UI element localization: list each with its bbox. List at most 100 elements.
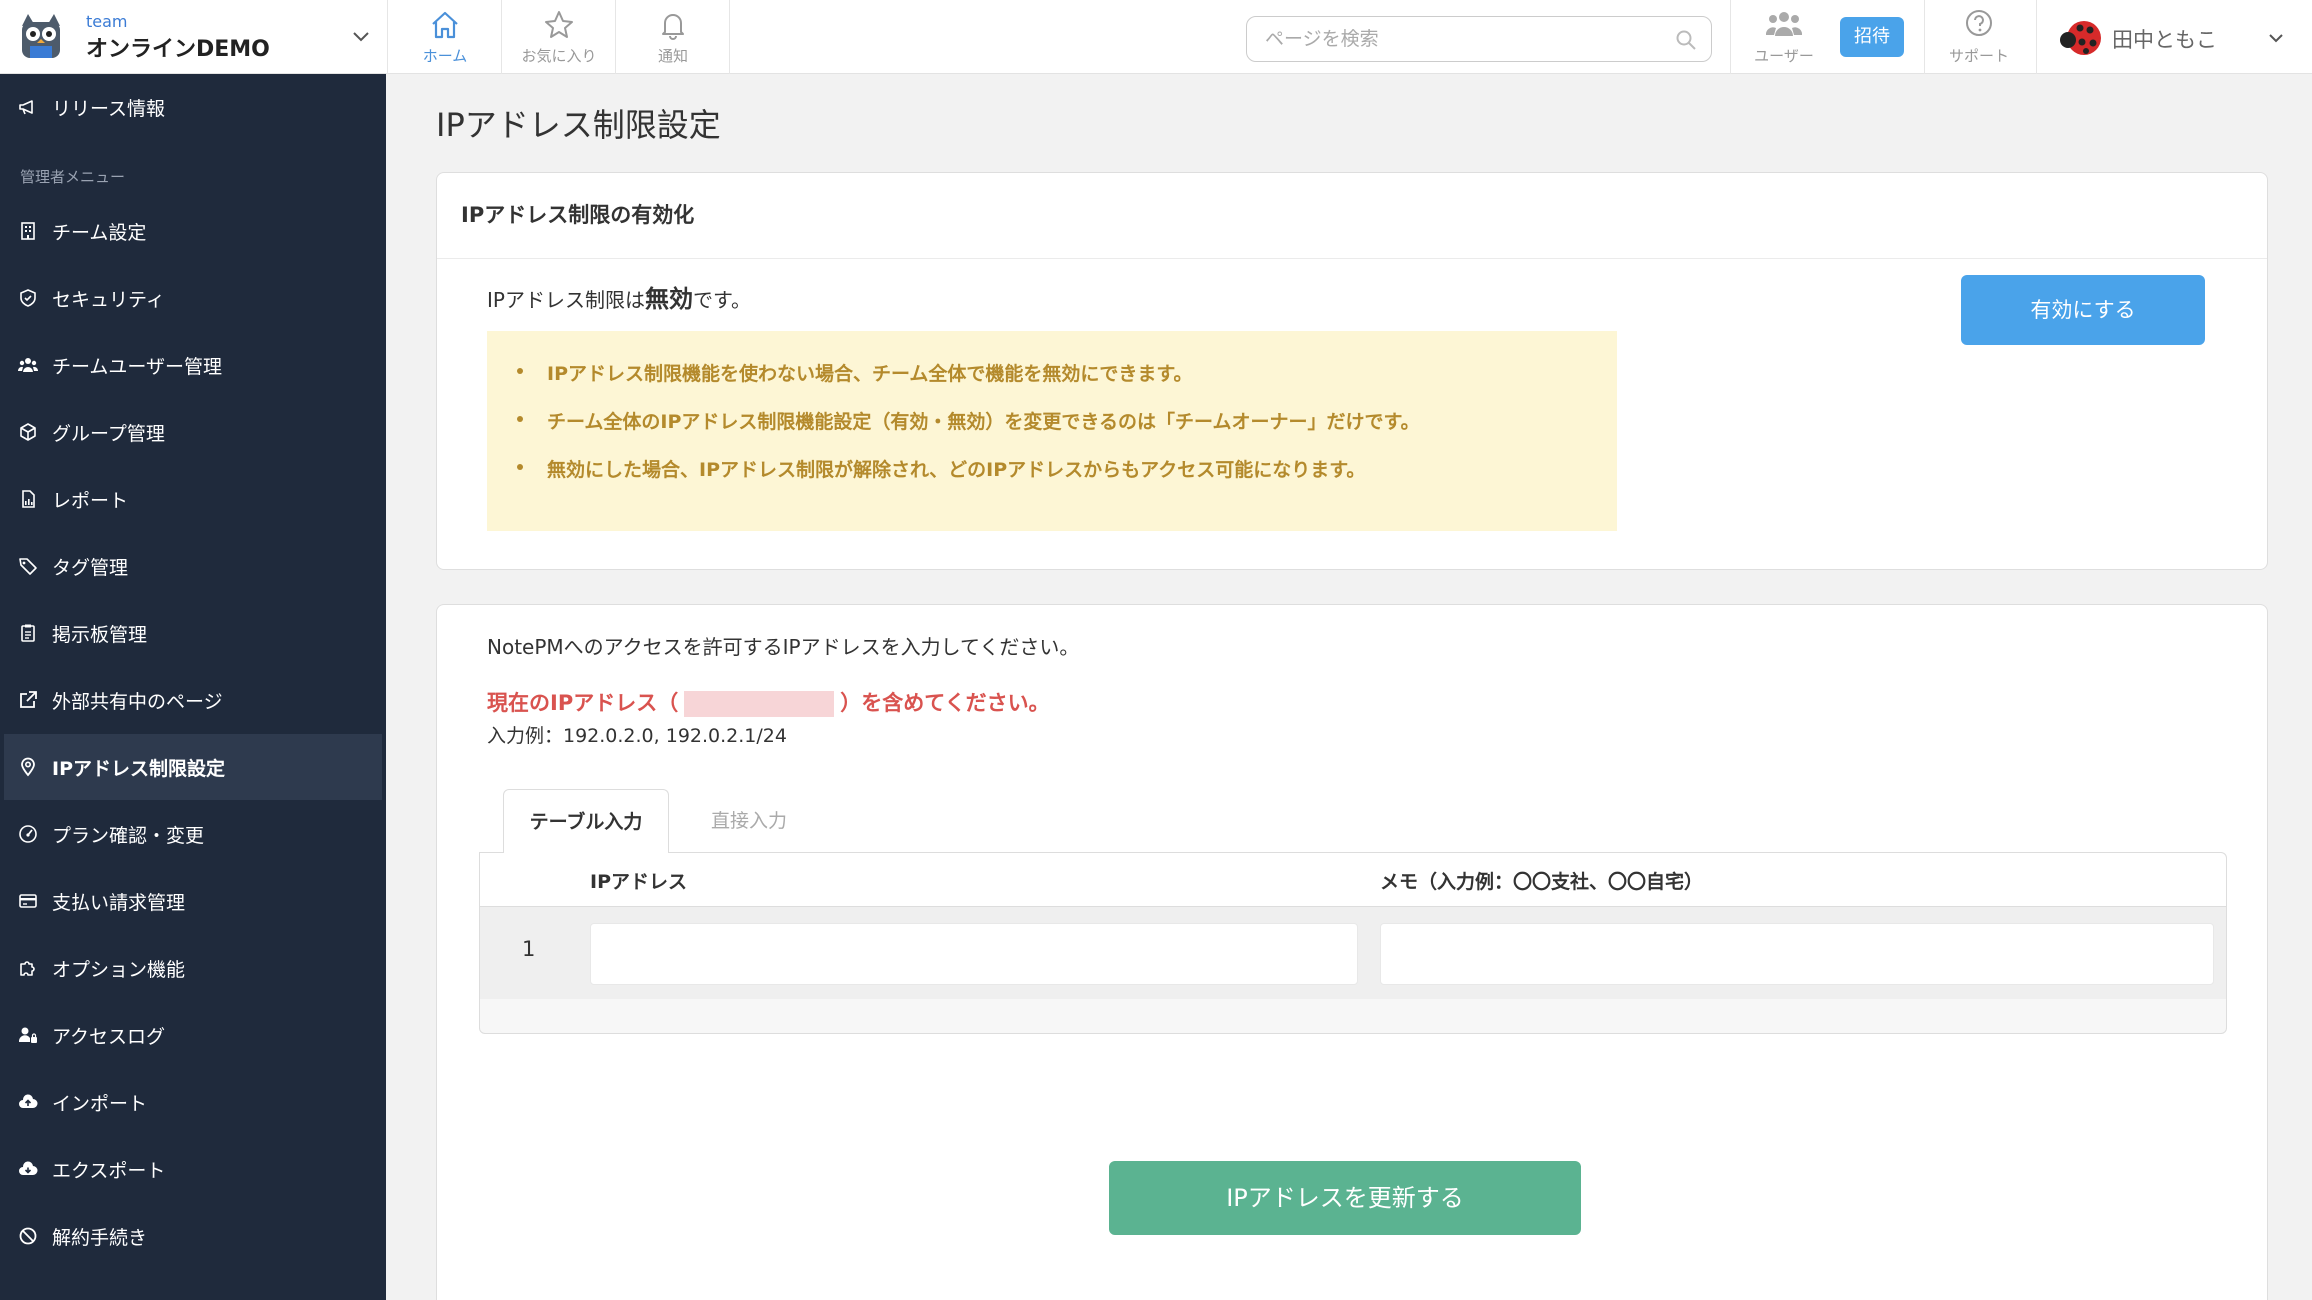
sidebar-item-options[interactable]: オプション機能 <box>4 935 382 1001</box>
cube-icon <box>20 423 36 441</box>
users-button[interactable]: ユーザー <box>1744 0 1824 74</box>
table-row: 1 <box>480 907 2226 999</box>
team-name: オンラインDEMO <box>86 37 270 62</box>
column-header-ip: IPアドレス <box>590 871 687 893</box>
search-box[interactable] <box>1246 16 1712 62</box>
sidebar-item-groups[interactable]: グループ管理 <box>4 399 382 465</box>
sidebar-item-boards[interactable]: 掲示板管理 <box>4 600 382 666</box>
sidebar-item-label: グループ管理 <box>52 422 165 445</box>
sidebar-item-label: レポート <box>52 489 129 512</box>
ip-address-input[interactable] <box>590 923 1358 985</box>
credit-card-icon <box>19 894 37 908</box>
sidebar-item-label: チーム設定 <box>52 221 147 244</box>
header-divider <box>2036 0 2037 74</box>
question-circle-icon <box>1966 10 1992 36</box>
sidebar-item-ip-restriction[interactable]: IPアドレス制限設定 <box>4 734 382 800</box>
user-menu[interactable]: 田中ともこ <box>2052 0 2312 74</box>
notice-item: IPアドレス制限機能を使わない場合、チーム全体で機能を無効にできます。 <box>517 359 1193 386</box>
team-logo-icon <box>22 14 60 58</box>
redacted-ip <box>684 691 835 717</box>
card-heading: IPアドレス制限の有効化 <box>461 203 695 227</box>
sidebar-item-label: リリース情報 <box>52 97 166 120</box>
sidebar-item-billing[interactable]: 支払い請求管理 <box>4 868 382 934</box>
tab-table-input[interactable]: テーブル入力 <box>503 789 669 853</box>
sidebar-item-team-users[interactable]: チームユーザー管理 <box>4 332 382 398</box>
admin-sidebar: リリース情報 管理者メニュー チーム設定 セキュリティ チームユーザー管理 グル… <box>0 74 386 1300</box>
team-label: team <box>86 12 128 31</box>
update-ip-button[interactable]: IPアドレスを更新する <box>1109 1161 1581 1235</box>
sidebar-item-label: エクスポート <box>52 1159 166 1182</box>
memo-input[interactable] <box>1380 923 2214 985</box>
nav-favorites[interactable]: お気に入り <box>502 0 616 74</box>
page-title: IPアドレス制限設定 <box>436 106 721 144</box>
users-icon <box>18 358 38 372</box>
ip-intro-text: NotePMへのアクセスを許可するIPアドレスを入力してください。 <box>487 635 1080 659</box>
gauge-icon <box>19 825 37 843</box>
sidebar-item-label: チームユーザー管理 <box>52 355 223 378</box>
chevron-down-icon <box>353 32 369 42</box>
sidebar-item-label: セキュリティ <box>52 288 165 311</box>
sidebar-item-label: 外部共有中のページ <box>52 690 223 713</box>
sidebar-item-access-log[interactable]: アクセスログ <box>4 1002 382 1068</box>
input-example: 入力例：192.0.2.0, 192.0.2.1/24 <box>487 725 787 747</box>
sidebar-item-tags[interactable]: タグ管理 <box>4 533 382 599</box>
current-ip-warning: 現在のIPアドレス（ ）を含めてください。 <box>487 687 1050 717</box>
sidebar-item-label: IPアドレス制限設定 <box>52 757 225 780</box>
status-suffix: です。 <box>692 288 751 312</box>
sidebar-item-release[interactable]: リリース情報 <box>4 74 382 140</box>
star-icon <box>545 11 573 38</box>
sidebar-item-security[interactable]: セキュリティ <box>4 265 382 331</box>
card-header: IPアドレス制限の有効化 <box>437 173 2267 259</box>
sidebar-item-team-settings[interactable]: チーム設定 <box>4 198 382 264</box>
shield-icon <box>20 289 36 307</box>
support-button[interactable]: サポート <box>1938 0 2020 74</box>
users-icon <box>1766 12 1802 36</box>
users-label: ユーザー <box>1754 47 1814 65</box>
ip-address-card: NotePMへのアクセスを許可するIPアドレスを入力してください。 現在のIPア… <box>436 604 2268 1300</box>
enable-button[interactable]: 有効にする <box>1961 275 2205 345</box>
sidebar-item-label: アクセスログ <box>52 1025 166 1048</box>
sidebar-item-label: インポート <box>52 1092 148 1115</box>
sidebar-item-label: 解約手続き <box>52 1226 148 1249</box>
nav-notifications[interactable]: 通知 <box>616 0 730 74</box>
sidebar-item-import[interactable]: インポート <box>4 1069 382 1135</box>
nav-notifications-label: 通知 <box>657 47 688 65</box>
bell-icon <box>662 14 684 40</box>
report-icon <box>22 490 35 508</box>
nav-home[interactable]: ホーム <box>388 0 502 74</box>
tab-direct-input[interactable]: 直接入力 <box>681 789 817 853</box>
warning-suffix: ）を含めてください。 <box>840 691 1050 715</box>
invite-button[interactable]: 招待 <box>1840 17 1904 57</box>
notice-item: 無効にした場合、IPアドレス制限が解除され、どのIPアドレスからもアクセス可能に… <box>517 455 1365 482</box>
map-pin-icon <box>21 757 35 777</box>
nav-favorites-label: お気に入り <box>521 47 597 65</box>
sidebar-item-external-share[interactable]: 外部共有中のページ <box>4 667 382 733</box>
ip-table: IPアドレス メモ（入力例：〇〇支社、〇〇自宅） 1 <box>479 852 2227 1034</box>
sidebar-item-label: 支払い請求管理 <box>52 891 186 914</box>
ip-restriction-toggle-card: IPアドレス制限の有効化 IPアドレス制限は無効です。 有効にする IPアドレス… <box>436 172 2268 570</box>
sidebar-item-label: プラン確認・変更 <box>52 824 205 847</box>
clipboard-icon <box>21 624 35 642</box>
search-icon[interactable] <box>1675 29 1697 51</box>
search-input[interactable] <box>1265 25 1665 53</box>
external-link-icon <box>20 691 37 708</box>
team-switcher[interactable]: team オンラインDEMO <box>0 0 388 74</box>
sidebar-item-export[interactable]: エクスポート <box>4 1136 382 1202</box>
user-lock-icon <box>18 1027 37 1043</box>
sidebar-item-label: オプション機能 <box>52 958 186 981</box>
home-icon <box>432 11 458 39</box>
column-header-memo: メモ（入力例：〇〇支社、〇〇自宅） <box>1380 871 1704 893</box>
top-header: team オンラインDEMO ホーム お気に入り 通知 ページを検索 ユーザー … <box>0 0 2312 74</box>
sidebar-item-plan[interactable]: プラン確認・変更 <box>4 801 382 867</box>
cloud-download-icon <box>19 1161 38 1175</box>
sidebar-item-label: タグ管理 <box>52 556 129 579</box>
nav-home-label: ホーム <box>422 47 468 65</box>
megaphone-icon <box>19 100 33 115</box>
building-icon <box>21 222 35 240</box>
sidebar-item-reports[interactable]: レポート <box>4 466 382 532</box>
sidebar-item-cancellation[interactable]: 解約手続き <box>4 1203 382 1269</box>
row-number: 1 <box>522 937 536 961</box>
ban-icon <box>19 1227 37 1245</box>
header-divider <box>1730 0 1731 74</box>
notice-box: IPアドレス制限機能を使わない場合、チーム全体で機能を無効にできます。 チーム全… <box>487 331 1617 531</box>
